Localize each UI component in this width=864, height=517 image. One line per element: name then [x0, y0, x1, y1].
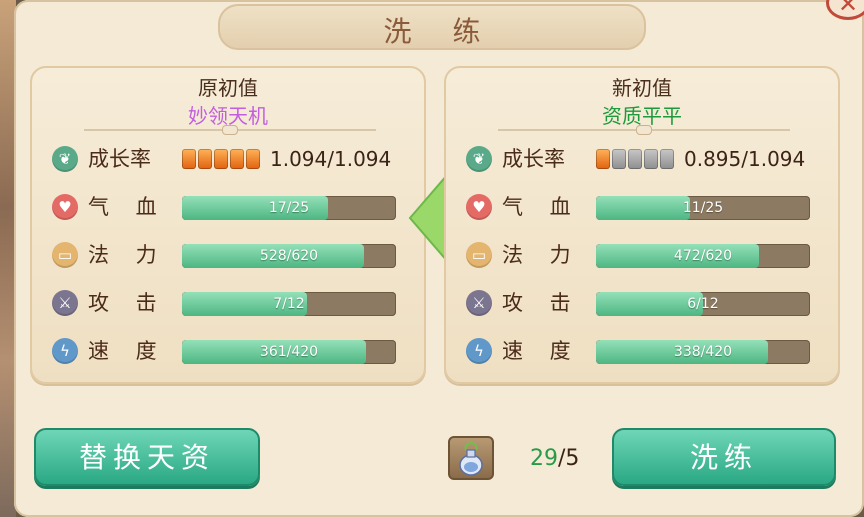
stat-value: 17/25: [268, 200, 310, 216]
lightning-icon: ϟ: [466, 338, 492, 364]
potion-vase-icon: [459, 441, 483, 476]
growth-label: 成长率: [502, 147, 565, 171]
growth-pip: [182, 149, 196, 169]
stat-value: 472/620: [673, 248, 733, 264]
stat-row-speed: ϟ 速 度 338/420: [462, 336, 826, 366]
growth-pip: [214, 149, 228, 169]
stat-value: 6/12: [687, 296, 719, 312]
divider: [84, 125, 376, 135]
item-count: 29/5: [530, 446, 579, 471]
original-values-panel: 原初值 妙领天机 ❦ 成长率 1.094/1.094 ♥ 气 血 17/25 ▭…: [30, 66, 426, 384]
replace-aptitude-button[interactable]: 替换天资: [34, 428, 260, 486]
growth-pips: [182, 149, 262, 171]
stat-label: 法 力: [88, 243, 167, 267]
stat-label: 气 血: [88, 195, 167, 219]
stat-value: 11/25: [682, 200, 724, 216]
growth-pip: [628, 149, 642, 169]
growth-row: ❦ 成长率 0.895/1.094: [462, 144, 826, 174]
stat-bar: 11/25: [596, 196, 810, 220]
refine-item-slot[interactable]: [448, 436, 494, 480]
growth-pip: [612, 149, 626, 169]
scroll-icon: ▭: [52, 242, 78, 268]
divider: [498, 125, 790, 135]
stat-label: 气 血: [502, 195, 581, 219]
stat-label: 法 力: [502, 243, 581, 267]
stat-bar: 6/12: [596, 292, 810, 316]
stat-label: 速 度: [88, 339, 167, 363]
refine-button[interactable]: 洗练: [612, 428, 836, 486]
stat-row-attack: ⚔ 攻 击 6/12: [462, 288, 826, 318]
growth-pip: [246, 149, 260, 169]
growth-row: ❦ 成长率 1.094/1.094: [48, 144, 412, 174]
item-need-count: /5: [558, 446, 580, 471]
growth-pip: [230, 149, 244, 169]
heart-icon: ♥: [52, 194, 78, 220]
stat-row-hp: ♥ 气 血 17/25: [48, 192, 412, 222]
scroll-icon: ▭: [466, 242, 492, 268]
growth-pip: [198, 149, 212, 169]
stat-bar: 7/12: [182, 292, 396, 316]
stat-bar: 17/25: [182, 196, 396, 220]
sprout-icon: ❦: [466, 146, 492, 172]
stat-bar: 361/420: [182, 340, 396, 364]
stat-row-attack: ⚔ 攻 击 7/12: [48, 288, 412, 318]
item-have-count: 29: [530, 446, 558, 471]
sword-icon: ⚔: [52, 290, 78, 316]
stat-bar: 528/620: [182, 244, 396, 268]
dialog-title: 洗 练: [383, 15, 497, 48]
stat-row-hp: ♥ 气 血 11/25: [462, 192, 826, 222]
growth-pip: [660, 149, 674, 169]
stat-row-speed: ϟ 速 度 361/420: [48, 336, 412, 366]
stat-row-mp: ▭ 法 力 472/620: [462, 240, 826, 270]
growth-pip: [596, 149, 610, 169]
panel-heading: 新初值: [612, 76, 672, 100]
growth-label: 成长率: [88, 147, 151, 171]
new-values-panel: 新初值 资质平平 ❦ 成长率 0.895/1.094 ♥ 气 血 11/25 ▭…: [444, 66, 840, 384]
panel-heading: 原初值: [198, 76, 258, 100]
stat-label: 速 度: [502, 339, 581, 363]
sword-icon: ⚔: [466, 290, 492, 316]
stat-value: 338/420: [673, 344, 733, 360]
stat-label: 攻 击: [502, 291, 581, 315]
growth-pips: [596, 149, 676, 171]
growth-value: 1.094/1.094: [270, 147, 392, 171]
stat-bar: 338/420: [596, 340, 810, 364]
growth-value: 0.895/1.094: [684, 147, 806, 171]
stat-bar: 472/620: [596, 244, 810, 268]
stat-value: 361/420: [259, 344, 319, 360]
stat-row-mp: ▭ 法 力 528/620: [48, 240, 412, 270]
growth-pip: [644, 149, 658, 169]
stat-value: 528/620: [259, 248, 319, 264]
stat-label: 攻 击: [88, 291, 167, 315]
heart-icon: ♥: [466, 194, 492, 220]
lightning-icon: ϟ: [52, 338, 78, 364]
stat-value: 7/12: [273, 296, 305, 312]
sprout-icon: ❦: [52, 146, 78, 172]
